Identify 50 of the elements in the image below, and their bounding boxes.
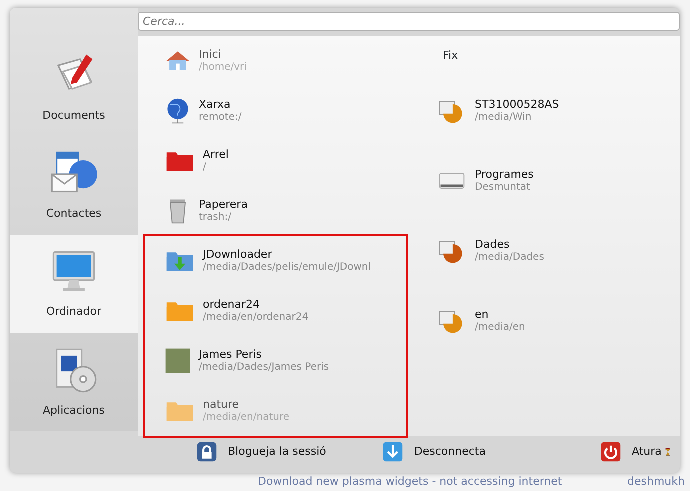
place-item[interactable]: nature /media/en/nature (143, 386, 408, 436)
place-name: Inici (199, 48, 222, 62)
drive-item[interactable]: Programes Desmuntat (437, 146, 680, 216)
drive-name: Dades (475, 238, 511, 252)
sidebar-tab[interactable]: Documents (10, 38, 138, 136)
sidebar-tab[interactable]: Aplicacions (10, 332, 138, 431)
drive-detail: Desmuntat (475, 182, 532, 194)
drive-item[interactable]: en /media/en (437, 286, 680, 356)
place-item[interactable]: Paperera trash:/ (143, 186, 408, 236)
place-item[interactable]: ordenar24 /media/en/ordenar24 (143, 286, 408, 336)
place-item[interactable]: Arrel / (143, 136, 408, 186)
sidebar-tab[interactable]: Ordinador (10, 234, 138, 333)
drive-detail: /media/Dades (475, 252, 544, 264)
place-item[interactable]: JDownloader /media/Dades/pelis/emule/JDownl (143, 236, 408, 286)
place-path: /media/en/nature (203, 412, 290, 424)
place-name: JDownloader (203, 248, 274, 262)
drive-detail: /media/Win (475, 112, 533, 124)
place-path: /media/Dades/James Peris (199, 362, 330, 374)
drive-name: Programes (475, 168, 534, 182)
photo-placeholder (163, 346, 193, 376)
place-path: /media/Dades/pelis/emule/JDownl (203, 262, 372, 274)
drive-detail: /media/en (475, 322, 526, 334)
section-heading: Fix (442, 48, 458, 64)
power-icon (600, 441, 622, 463)
place-name: Xarxa (199, 98, 232, 112)
place-name: Arrel (203, 148, 229, 162)
place-path: /home/vri (199, 62, 247, 74)
drive-item[interactable]: Dades /media/Dades (437, 216, 680, 286)
place-name: nature (203, 398, 240, 412)
drive-item[interactable]: ST31000528AS /media/Win (437, 76, 680, 146)
drive-name: en (475, 308, 490, 322)
action-button[interactable]: Desconnecta (380, 439, 488, 465)
place-item[interactable]: Xarxa remote:/ (143, 86, 408, 136)
place-item[interactable]: James Peris /media/Dades/James Peris (143, 336, 408, 386)
place-name: ordenar24 (203, 298, 262, 312)
sidebar-tab[interactable]: Contactes (10, 136, 138, 234)
place-path: /media/en/ordenar24 (203, 312, 309, 324)
drive-name: ST31000528AS (475, 98, 560, 112)
place-path: / (203, 162, 208, 174)
action-button[interactable]: Atura (598, 439, 664, 465)
background-text: deshmukh (628, 474, 685, 490)
place-path: remote:/ (199, 112, 242, 124)
place-path: trash:/ (199, 212, 232, 224)
place-item[interactable]: Inici /home/vri (143, 36, 408, 86)
background-text: Download new plasma widgets - not accessing internet (258, 474, 562, 490)
place-name: James Peris (199, 348, 264, 362)
place-name: Paperera (199, 198, 248, 212)
lock-icon (196, 441, 218, 463)
action-button[interactable]: Blogueja la sessió (194, 439, 328, 465)
search-field[interactable]: Cerca... (138, 12, 680, 31)
